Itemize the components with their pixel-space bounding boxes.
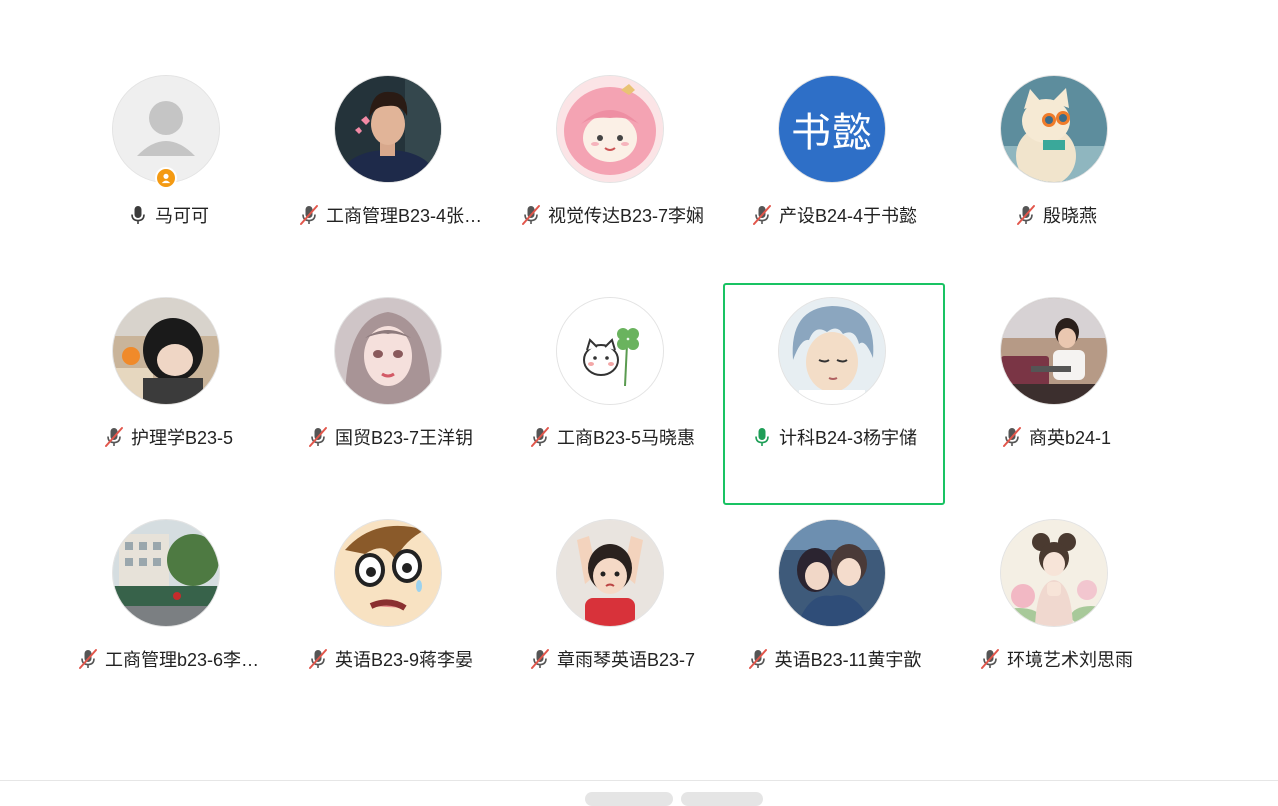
participant-tile[interactable]: 工商管理B23-4张… bbox=[279, 61, 501, 283]
participant-name: 英语B23-11黄宇歆 bbox=[774, 650, 922, 670]
participant-avatar[interactable] bbox=[1001, 76, 1107, 182]
participant-avatar[interactable] bbox=[113, 298, 219, 404]
participant-label: 章雨琴英语B23-7 bbox=[501, 646, 723, 672]
mic-on-icon bbox=[127, 204, 149, 226]
mic-muted-icon bbox=[520, 204, 542, 226]
mic-muted-icon bbox=[307, 648, 329, 670]
participant-tile[interactable]: 国贸B23-7王洋钥 bbox=[279, 283, 501, 505]
participant-tile[interactable]: 英语B23-9蒋李晏 bbox=[279, 505, 501, 727]
participant-name: 马可可 bbox=[155, 206, 209, 226]
participant-name: 章雨琴英语B23-7 bbox=[556, 650, 696, 670]
participant-name: 殷晓燕 bbox=[1043, 206, 1097, 226]
participant-avatar[interactable] bbox=[557, 520, 663, 626]
participant-name: 工商管理b23-6李… bbox=[104, 650, 260, 670]
mic-muted-icon bbox=[529, 426, 551, 448]
participant-avatar[interactable] bbox=[557, 76, 663, 182]
mic-speaking-icon bbox=[751, 426, 773, 448]
participant-name: 英语B23-9蒋李晏 bbox=[334, 650, 474, 670]
participant-avatar[interactable] bbox=[335, 76, 441, 182]
participant-label: 环境艺术刘思雨 bbox=[945, 646, 1167, 672]
participant-label: 商英b24-1 bbox=[945, 424, 1167, 450]
participant-avatar[interactable] bbox=[113, 520, 219, 626]
participant-tile[interactable]: 马可可 bbox=[57, 61, 279, 283]
participant-tile[interactable]: 英语B23-11黄宇歆 bbox=[723, 505, 945, 727]
participant-tile[interactable]: 环境艺术刘思雨 bbox=[945, 505, 1167, 727]
participant-tile-active-speaker[interactable]: 计科B24-3杨宇储 bbox=[723, 283, 945, 505]
participant-avatar[interactable] bbox=[779, 520, 885, 626]
participant-name: 产设B24-4于书懿 bbox=[778, 206, 918, 226]
participant-avatar[interactable]: 书懿 bbox=[779, 76, 885, 182]
participant-name: 国贸B23-7王洋钥 bbox=[334, 428, 474, 448]
participant-label: 国贸B23-7王洋钥 bbox=[279, 424, 501, 450]
participant-avatar[interactable] bbox=[335, 520, 441, 626]
mic-muted-icon bbox=[298, 204, 320, 226]
host-badge-icon bbox=[155, 167, 177, 189]
mic-muted-icon bbox=[751, 204, 773, 226]
participant-label: 马可可 bbox=[57, 202, 279, 228]
participant-grid: 马可可 工商管理B23-4张… 视觉传达B23-7李娴 书懿 产设B24-4于书懿 殷晓燕… bbox=[57, 61, 1167, 727]
participant-name: 视觉传达B23-7李娴 bbox=[547, 206, 705, 226]
mic-muted-icon bbox=[979, 648, 1001, 670]
participant-avatar[interactable] bbox=[335, 298, 441, 404]
mic-muted-icon bbox=[307, 426, 329, 448]
page-dot[interactable] bbox=[585, 792, 673, 806]
participant-tile[interactable]: 工商管理b23-6李… bbox=[57, 505, 279, 727]
participant-label: 产设B24-4于书懿 bbox=[723, 202, 945, 228]
participant-name: 护理学B23-5 bbox=[130, 428, 234, 448]
bottom-divider bbox=[0, 780, 1278, 781]
participant-label: 工商B23-5马晓惠 bbox=[501, 424, 723, 450]
participant-label: 殷晓燕 bbox=[945, 202, 1167, 228]
participant-label: 计科B24-3杨宇储 bbox=[725, 424, 943, 450]
participant-avatar[interactable] bbox=[1001, 520, 1107, 626]
participant-tile[interactable]: 护理学B23-5 bbox=[57, 283, 279, 505]
mic-muted-icon bbox=[1001, 426, 1023, 448]
participant-tile[interactable]: 书懿产设B24-4于书懿 bbox=[723, 61, 945, 283]
mic-muted-icon bbox=[103, 426, 125, 448]
participant-tile[interactable]: 殷晓燕 bbox=[945, 61, 1167, 283]
participant-label: 工商管理B23-4张… bbox=[279, 202, 501, 228]
participant-tile[interactable]: 商英b24-1 bbox=[945, 283, 1167, 505]
participant-label: 工商管理b23-6李… bbox=[57, 646, 279, 672]
participant-name: 商英b24-1 bbox=[1028, 428, 1112, 448]
mic-muted-icon bbox=[77, 648, 99, 670]
page-indicator[interactable] bbox=[585, 792, 763, 806]
participant-avatar[interactable] bbox=[557, 298, 663, 404]
mic-muted-icon bbox=[529, 648, 551, 670]
page-dot[interactable] bbox=[681, 792, 763, 806]
mic-muted-icon bbox=[747, 648, 769, 670]
participant-name: 工商管理B23-4张… bbox=[325, 206, 483, 226]
participant-name: 工商B23-5马晓惠 bbox=[556, 428, 696, 448]
avatar-initials: 书懿 bbox=[791, 111, 873, 155]
participant-avatar[interactable] bbox=[1001, 298, 1107, 404]
participant-avatar[interactable] bbox=[779, 298, 885, 404]
participant-label: 英语B23-11黄宇歆 bbox=[723, 646, 945, 672]
participant-name: 环境艺术刘思雨 bbox=[1007, 650, 1133, 670]
participant-tile[interactable]: 视觉传达B23-7李娴 bbox=[501, 61, 723, 283]
participant-tile[interactable]: 章雨琴英语B23-7 bbox=[501, 505, 723, 727]
participant-tile[interactable]: 工商B23-5马晓惠 bbox=[501, 283, 723, 505]
participant-label: 视觉传达B23-7李娴 bbox=[501, 202, 723, 228]
participant-label: 英语B23-9蒋李晏 bbox=[279, 646, 501, 672]
mic-muted-icon bbox=[1015, 204, 1037, 226]
participant-name: 计科B24-3杨宇储 bbox=[778, 428, 918, 448]
participant-label: 护理学B23-5 bbox=[57, 424, 279, 450]
